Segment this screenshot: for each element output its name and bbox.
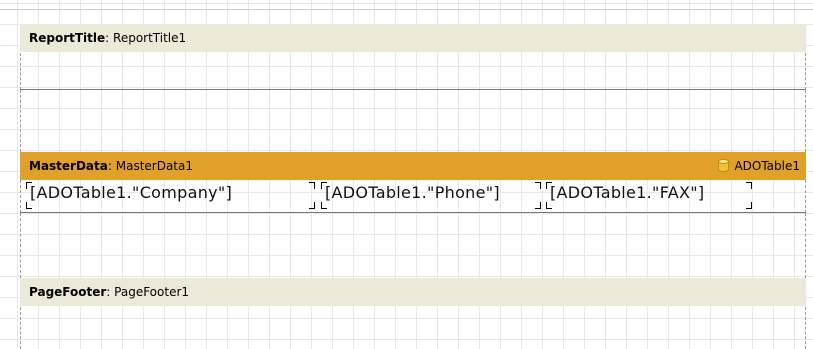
company-field[interactable]: [ADOTable1."Company"] [26, 180, 315, 210]
selection-corner [546, 202, 552, 209]
selection-corner [26, 182, 32, 189]
datasource-name: ADOTable1 [734, 159, 800, 173]
band-name: PageFooter1 [114, 285, 190, 299]
report-title-band[interactable]: ReportTitle: ReportTitle1 [20, 24, 806, 90]
band-type-label: ReportTitle [29, 31, 106, 45]
page-footer-band-header[interactable]: PageFooter: PageFooter1 [20, 278, 806, 306]
selection-corner [321, 182, 327, 189]
band-separator: : [105, 31, 114, 45]
fax-field[interactable]: [ADOTable1."FAX"] [546, 180, 752, 210]
database-cylinder-icon [718, 159, 730, 172]
page-margin-frame [20, 90, 806, 152]
page-top-rule [0, 9, 813, 10]
report-design-surface[interactable]: ReportTitle: ReportTitle1 MasterData: Ma… [0, 0, 813, 349]
page-footer-band[interactable]: PageFooter: PageFooter1 [20, 278, 806, 349]
fax-field-text: [ADOTable1."FAX"] [550, 183, 705, 202]
band-separator: : [107, 159, 116, 173]
selection-corner [309, 182, 315, 189]
band-name: ReportTitle1 [113, 31, 187, 45]
selection-corner [535, 182, 541, 189]
datasource-indicator[interactable]: ADOTable1 [718, 152, 800, 180]
selection-corner [746, 202, 752, 209]
selection-corner [746, 182, 752, 189]
phone-field[interactable]: [ADOTable1."Phone"] [321, 180, 541, 210]
selection-corner [535, 202, 541, 209]
page-margin-frame [20, 213, 806, 278]
band-type-label: PageFooter [29, 285, 107, 299]
selection-corner [321, 202, 327, 209]
phone-field-text: [ADOTable1."Phone"] [325, 183, 500, 202]
selection-corner [26, 202, 32, 209]
master-data-band-header[interactable]: MasterData: MasterData1 ADOTable1 [20, 152, 806, 180]
band-separator: : [106, 285, 115, 299]
company-field-text: [ADOTable1."Company"] [30, 183, 233, 202]
master-data-band[interactable]: MasterData: MasterData1 ADOTable1 [ADOTa… [20, 152, 806, 213]
band-name: MasterData1 [115, 159, 194, 173]
selection-corner [309, 202, 315, 209]
band-type-label: MasterData [29, 159, 108, 173]
selection-corner [546, 182, 552, 189]
report-title-band-header[interactable]: ReportTitle: ReportTitle1 [20, 24, 806, 52]
